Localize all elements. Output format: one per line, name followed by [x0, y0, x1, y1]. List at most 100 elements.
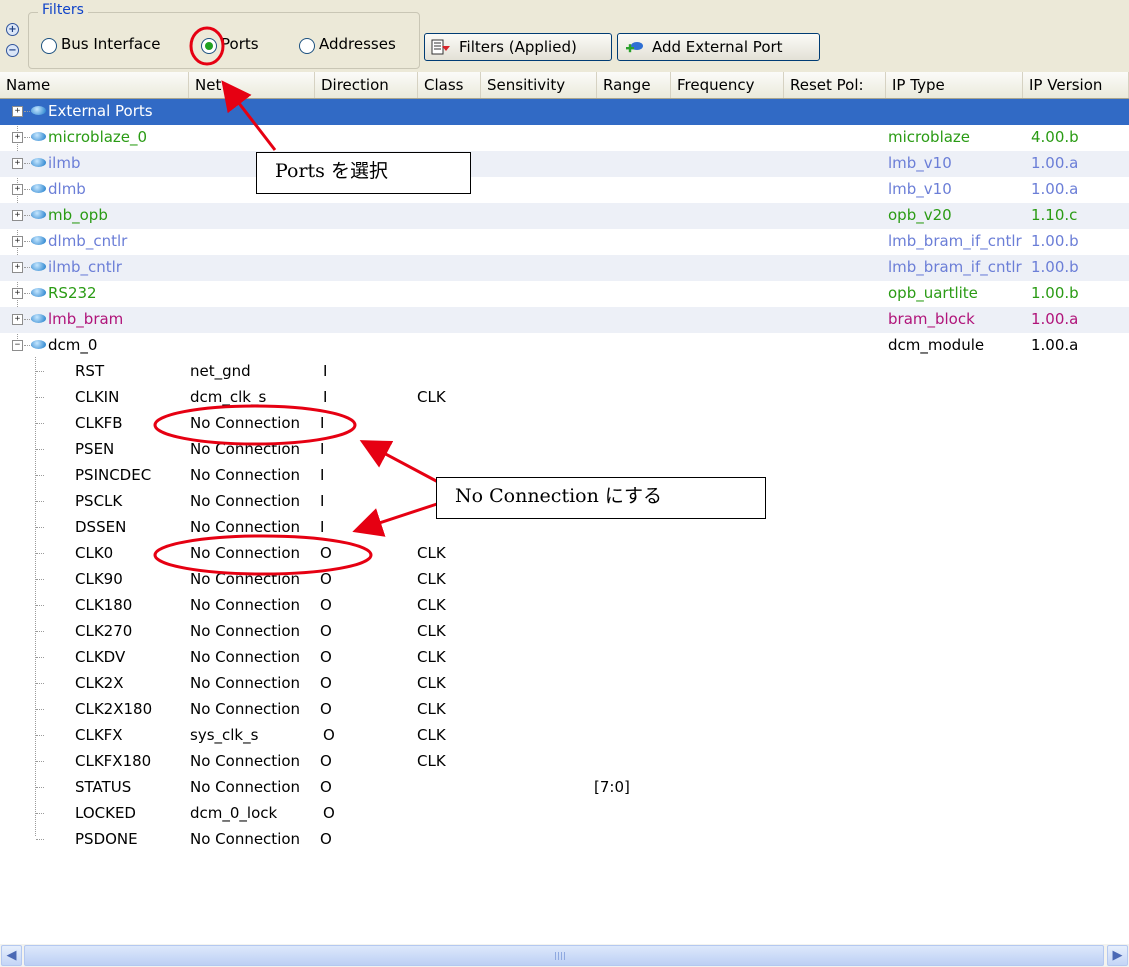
port-net[interactable]: No Connection [190, 671, 300, 697]
column-header-ip-type[interactable]: IP Type [886, 72, 1023, 98]
port-row[interactable]: CLKDV No Connection O CLK [0, 645, 1129, 671]
port-net[interactable]: No Connection [190, 827, 300, 853]
ip-version: 1.00.b [1031, 232, 1079, 250]
expand-toggle-icon[interactable]: + [12, 106, 23, 117]
port-row[interactable]: CLKFX180 No Connection O CLK [0, 749, 1129, 775]
instance-row[interactable]: + dlmb lmb_v10 1.00.a [0, 177, 1129, 203]
filters-applied-button[interactable]: Filters (Applied) [424, 33, 612, 61]
port-row[interactable]: CLKFX sys_clk_s O CLK [0, 723, 1129, 749]
ip-type: lmb_bram_if_cntlr [888, 232, 1022, 250]
tree-branch-line [36, 579, 44, 580]
instance-row[interactable]: + ilmb lmb_v10 1.00.a [0, 151, 1129, 177]
instance-row[interactable]: + ilmb_cntlr lmb_bram_if_cntlr 1.00.b [0, 255, 1129, 281]
port-name: PSINCDEC [75, 466, 152, 484]
column-header-reset-polarity[interactable]: Reset Pol: [784, 72, 886, 98]
ip-instance-icon [31, 236, 46, 245]
port-row[interactable]: PSDONE No Connection O [0, 827, 1129, 853]
instance-name: microblaze_0 [48, 128, 148, 146]
bus-interface-radio[interactable] [41, 38, 57, 54]
collapse-all-icon[interactable]: − [6, 44, 19, 57]
expand-toggle-icon[interactable]: + [12, 262, 23, 273]
add-external-port-button[interactable]: Add External Port [617, 33, 820, 61]
port-net[interactable]: No Connection [190, 411, 300, 437]
column-header-sensitivity[interactable]: Sensitivity [481, 72, 597, 98]
tree-branch-line [36, 709, 44, 710]
port-row[interactable]: LOCKED dcm_0_lock O [0, 801, 1129, 827]
port-row[interactable]: CLK0 No Connection O CLK [0, 541, 1129, 567]
column-header-name[interactable]: Name [0, 72, 189, 98]
bus-interface-label[interactable]: Bus Interface [61, 35, 161, 53]
expand-toggle-icon[interactable]: + [12, 158, 23, 169]
expand-toggle-icon[interactable]: + [12, 210, 23, 221]
expand-all-icon[interactable]: + [6, 23, 19, 36]
port-net[interactable]: No Connection [190, 437, 300, 463]
ip-version: 4.00.b [1031, 128, 1079, 146]
tree-branch-line [36, 605, 44, 606]
port-row[interactable]: CLK2X180 No Connection O CLK [0, 697, 1129, 723]
column-header-net[interactable]: Net [189, 72, 315, 98]
ip-instance-icon [31, 184, 46, 193]
scroll-left-icon[interactable]: ◀ [1, 945, 22, 966]
port-net[interactable]: sys_clk_s [190, 723, 258, 749]
port-net[interactable]: No Connection [190, 619, 300, 645]
ports-callout: Ports を選択 [256, 152, 471, 194]
column-header-direction[interactable]: Direction [315, 72, 418, 98]
instance-row[interactable]: + mb_opb opb_v20 1.10.c [0, 203, 1129, 229]
port-row[interactable]: CLKFB No Connection I [0, 411, 1129, 437]
column-header-frequency[interactable]: Frequency [671, 72, 784, 98]
expand-toggle-icon[interactable]: − [12, 340, 23, 351]
port-net[interactable]: No Connection [190, 749, 300, 775]
port-net[interactable]: No Connection [190, 463, 300, 489]
ip-version: 1.00.a [1031, 180, 1079, 198]
port-net[interactable]: No Connection [190, 489, 300, 515]
instance-row[interactable]: + RS232 opb_uartlite 1.00.b [0, 281, 1129, 307]
instance-row[interactable]: − dcm_0 dcm_module 1.00.a [0, 333, 1129, 359]
port-net[interactable]: No Connection [190, 593, 300, 619]
port-row[interactable]: CLK180 No Connection O CLK [0, 593, 1129, 619]
expand-toggle-icon[interactable]: + [12, 184, 23, 195]
port-row[interactable]: CLK90 No Connection O CLK [0, 567, 1129, 593]
port-row[interactable]: RST net_gnd I [0, 359, 1129, 385]
port-row[interactable]: CLKIN dcm_clk_s I CLK [0, 385, 1129, 411]
expand-toggle-icon[interactable]: + [12, 132, 23, 143]
expand-toggle-icon[interactable]: + [12, 288, 23, 299]
port-net[interactable]: No Connection [190, 515, 300, 541]
column-header-range[interactable]: Range [597, 72, 671, 98]
addresses-label[interactable]: Addresses [319, 35, 396, 53]
instance-row[interactable]: + microblaze_0 microblaze 4.00.b [0, 125, 1129, 151]
expand-toggle-icon[interactable]: + [12, 314, 23, 325]
instance-name: ilmb [48, 154, 81, 172]
port-direction: I [323, 362, 328, 380]
port-net[interactable]: No Connection [190, 697, 300, 723]
port-row[interactable]: CLK270 No Connection O CLK [0, 619, 1129, 645]
instance-name: dlmb_cntlr [48, 232, 128, 250]
scroll-thumb[interactable] [24, 945, 1104, 966]
filters-applied-label: Filters (Applied) [459, 38, 577, 56]
column-header-class[interactable]: Class [418, 72, 481, 98]
instance-row[interactable]: + dlmb_cntlr lmb_bram_if_cntlr 1.00.b [0, 229, 1129, 255]
tree-branch-line [36, 527, 44, 528]
port-net[interactable]: No Connection [190, 541, 300, 567]
instance-row[interactable]: + lmb_bram bram_block 1.00.a [0, 307, 1129, 333]
port-row[interactable]: PSEN No Connection I [0, 437, 1129, 463]
column-header-ip-version[interactable]: IP Version [1023, 72, 1129, 98]
port-row[interactable]: CLK2X No Connection O CLK [0, 671, 1129, 697]
filter-toolbar: + − Filters Bus Interface Ports Addresse… [0, 0, 1129, 72]
port-class: CLK [417, 674, 446, 692]
port-net[interactable]: dcm_clk_s [190, 385, 266, 411]
port-net[interactable]: net_gnd [190, 359, 251, 385]
port-class: CLK [417, 752, 446, 770]
port-row[interactable]: STATUS No Connection O [7:0] [0, 775, 1129, 801]
ports-label[interactable]: Ports [221, 35, 259, 53]
ports-radio[interactable] [201, 38, 217, 54]
port-net[interactable]: No Connection [190, 645, 300, 671]
horizontal-scrollbar[interactable]: ◀ ▶ [0, 944, 1129, 967]
addresses-radio[interactable] [299, 38, 315, 54]
instance-row[interactable]: + External Ports [0, 99, 1129, 125]
ip-version: 1.00.a [1031, 336, 1079, 354]
expand-toggle-icon[interactable]: + [12, 236, 23, 247]
port-net[interactable]: No Connection [190, 567, 300, 593]
port-net[interactable]: dcm_0_lock [190, 801, 277, 827]
scroll-right-icon[interactable]: ▶ [1107, 945, 1128, 966]
port-net[interactable]: No Connection [190, 775, 300, 801]
